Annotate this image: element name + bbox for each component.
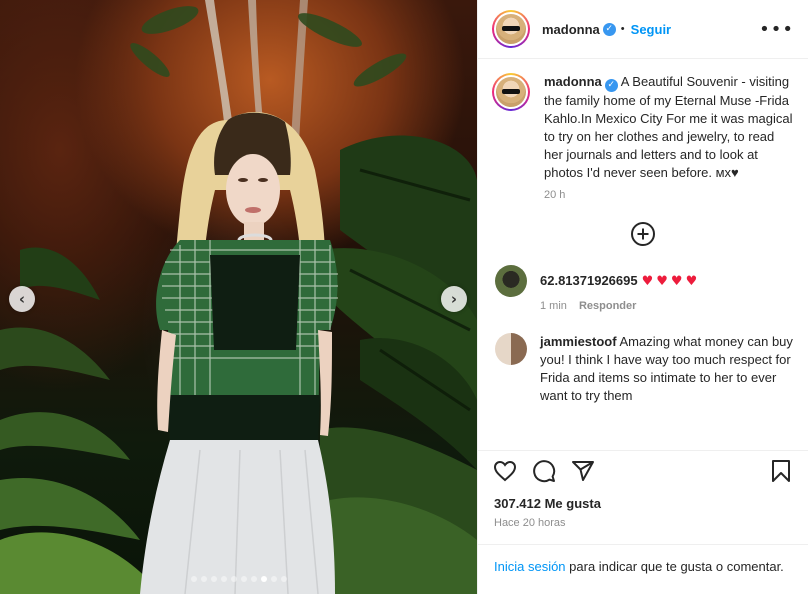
caption: madonna ✓ A Beautiful Souvenir - visiting… [492,73,794,201]
separator-dot: • [620,23,625,35]
chevron-right-icon: › [450,289,458,308]
load-more-comments [492,222,794,246]
comment-avatar[interactable] [495,265,527,297]
post-header: madonna ✓ • Seguir ••• [478,0,808,59]
profile-photo [496,77,526,107]
carousel-dot [250,576,257,582]
carousel-dot [260,576,267,582]
login-prompt-text: para indicar que te gusta o comentar. [565,559,784,574]
likes-count[interactable]: 307.412 Me gusta [478,496,808,511]
avatar[interactable] [492,10,530,48]
carousel-dot [200,576,207,582]
comment-username[interactable]: jammiestoof [540,334,617,349]
carousel-dot [210,576,217,582]
plus-circle-icon[interactable] [631,222,655,246]
share-send-icon[interactable] [570,458,596,484]
verified-badge-icon: ✓ [604,79,618,92]
post-date: Hace 20 horas [494,517,566,529]
profile-photo [496,14,526,44]
action-bar [478,450,808,490]
carousel-dots [0,576,477,582]
bookmark-icon[interactable] [768,458,794,484]
post-author-username[interactable]: madonna [542,22,600,37]
chevron-left-icon: ‹ [18,289,26,308]
next-photo-button[interactable]: › [441,286,467,312]
comment-bubble-icon[interactable] [531,458,557,484]
login-prompt: Inicia sesión para indicar que te gusta … [478,544,808,594]
previous-photo-button[interactable]: ‹ [9,286,35,312]
like-heart-icon[interactable] [492,458,518,484]
comment-item: 62.81371926695 ♥♥♥♥ 1 min Responder [492,265,794,312]
post-side-panel: madonna ✓ • Seguir ••• madonna ✓ A Beauti… [477,0,808,594]
carousel-dot [240,576,247,582]
carousel-dot [190,576,197,582]
carousel-dot [230,576,237,582]
caption-timestamp[interactable]: 20 h [544,189,794,201]
verified-badge-icon: ✓ [602,22,616,36]
comment-avatar[interactable] [495,333,527,365]
carousel-dot [270,576,277,582]
more-options-icon[interactable]: ••• [759,19,794,40]
caption-text: A Beautiful Souvenir - visiting the fami… [544,74,793,180]
heart-emojis: ♥♥♥♥ [641,274,701,289]
comment-item: jammiestoof Amazing what money can buy y… [492,333,794,405]
reply-button[interactable]: Responder [579,300,636,312]
carousel-dot [220,576,227,582]
login-link[interactable]: Inicia sesión [494,559,566,574]
comments-section: madonna ✓ A Beautiful Souvenir - visiting… [478,59,808,450]
carousel-dot [280,576,287,582]
caption-avatar[interactable] [492,73,530,111]
caption-username[interactable]: madonna [544,74,602,89]
photo-scene [0,0,477,594]
follow-button[interactable]: Seguir [631,22,671,37]
post-photo[interactable]: ‹ › [0,0,477,594]
comment-username[interactable]: 62.81371926695 [540,273,638,288]
comment-timestamp[interactable]: 1 min [540,300,567,312]
